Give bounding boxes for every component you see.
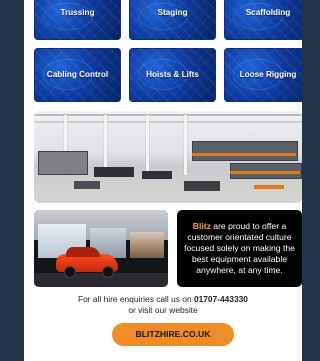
category-label: Staging [157,8,188,17]
category-tile-loose-rigging[interactable]: Loose Rigging [224,48,302,102]
category-label: Scaffolding [245,8,291,17]
website-button[interactable]: BLITZHIRE.CO.UK [112,323,234,346]
phone-number[interactable]: 01707-443330 [194,294,248,304]
content-panel: Trussing Staging Scaffolding Cabling Con… [24,0,302,361]
contact-info: For all hire enquiries call us on 01707-… [78,294,248,315]
showroom-car-photo [34,210,168,287]
category-label: Cabling Control [46,70,109,79]
category-label: Loose Rigging [239,70,297,79]
category-label: Trussing [60,8,95,17]
warehouse-photo [34,111,302,203]
category-tile-scaffolding[interactable]: Scaffolding [224,0,302,40]
category-tile-cabling-control[interactable]: Cabling Control [34,48,121,102]
category-label: Hoists & Lifts [146,70,199,79]
category-tile-hoists-lifts[interactable]: Hoists & Lifts [129,48,216,102]
category-tile-staging[interactable]: Staging [129,0,216,40]
brand-name: Blitz [192,221,211,231]
category-tile-trussing[interactable]: Trussing [34,0,121,40]
promo-text: Blitz are proud to offer a customer orie… [184,221,295,275]
promo-text-box: Blitz are proud to offer a customer orie… [177,210,302,287]
